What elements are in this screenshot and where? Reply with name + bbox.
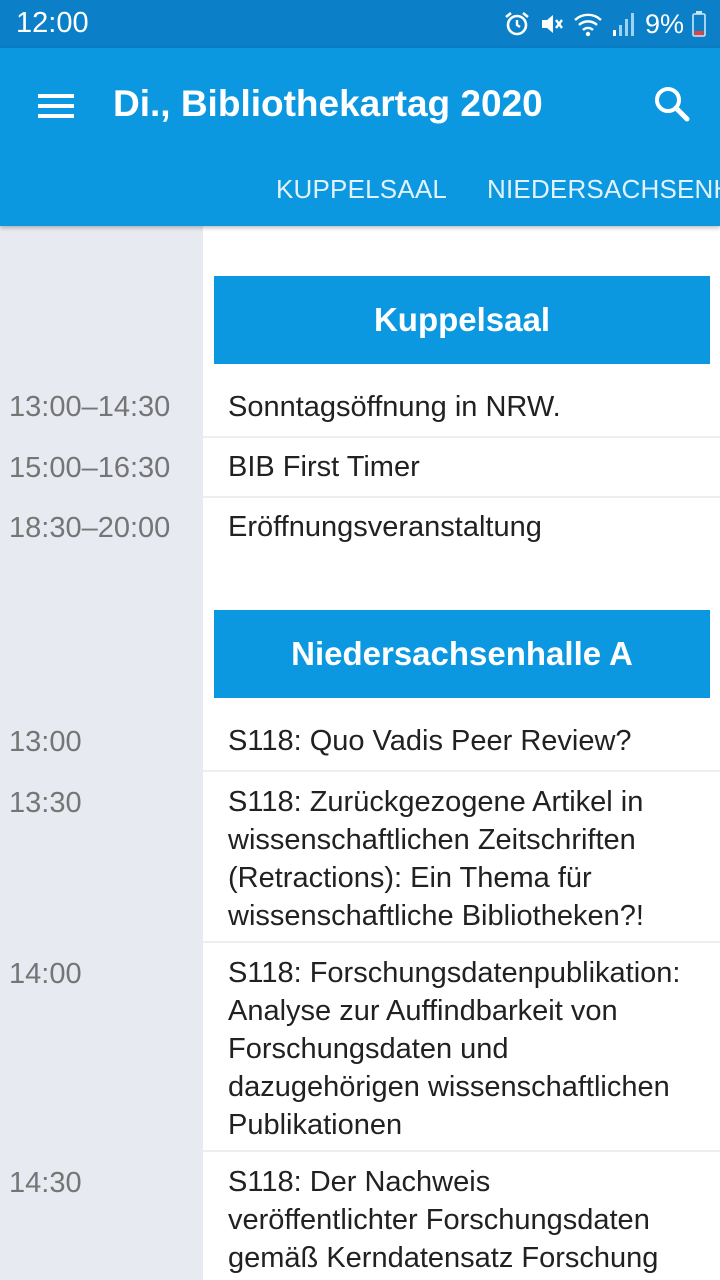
row-divider [203,496,720,498]
room-tabs: KUPPELSAAL NIEDERSACHSENHALLE A [0,164,720,226]
row-divider [203,1150,720,1152]
session-title[interactable]: S118: Zurückgezogene Artikel in wissensc… [228,783,708,935]
search-icon[interactable] [644,76,700,132]
session-title[interactable]: S118: Quo Vadis Peer Review? [228,722,708,760]
session-time: 14:00 [9,958,82,990]
wifi-icon [573,10,603,38]
mute-icon [539,10,565,38]
tab-kuppelsaal[interactable]: KUPPELSAAL [276,174,447,205]
status-bar: 12:00 9% [0,0,720,48]
battery-percent: 9% [644,8,684,39]
row-divider [203,436,720,438]
battery-icon [692,11,706,37]
schedule-list: Kuppelsaal 13:00–14:30 Sonntagsöffnung i… [0,226,720,1280]
status-time: 12:00 [16,7,89,39]
page-title: Di., Bibliothekartag 2020 [113,83,543,124]
signal-icon [611,10,635,38]
alarm-icon [503,10,531,38]
session-time: 18:30–20:00 [9,512,171,544]
app-bar: Di., Bibliothekartag 2020 KUPPELSAAL NIE… [0,48,720,226]
session-time: 13:00–14:30 [9,391,171,423]
row-divider [203,941,720,943]
session-title[interactable]: BIB First Timer [228,448,708,486]
section-header-niedersachsenhalle-a: Niedersachsenhalle A [214,610,710,698]
session-title[interactable]: S118: Forschungsdatenpublikation: Analys… [228,954,698,1144]
hamburger-menu-icon[interactable] [26,78,86,134]
session-title[interactable]: S118: Der Nachweis veröffentlichter Fors… [228,1163,678,1277]
session-time: 13:30 [9,787,82,819]
session-title[interactable]: Sonntagsöffnung in NRW. [228,388,708,426]
status-icons: 9% [503,9,706,39]
row-divider [203,770,720,772]
session-time: 13:00 [9,726,82,758]
session-time: 14:30 [9,1167,82,1199]
session-title[interactable]: Eröffnungsveranstaltung [228,508,708,546]
section-header-kuppelsaal: Kuppelsaal [214,276,710,364]
session-time: 15:00–16:30 [9,452,171,484]
tab-niedersachsenhalle-a[interactable]: NIEDERSACHSENHALLE A [487,174,720,205]
